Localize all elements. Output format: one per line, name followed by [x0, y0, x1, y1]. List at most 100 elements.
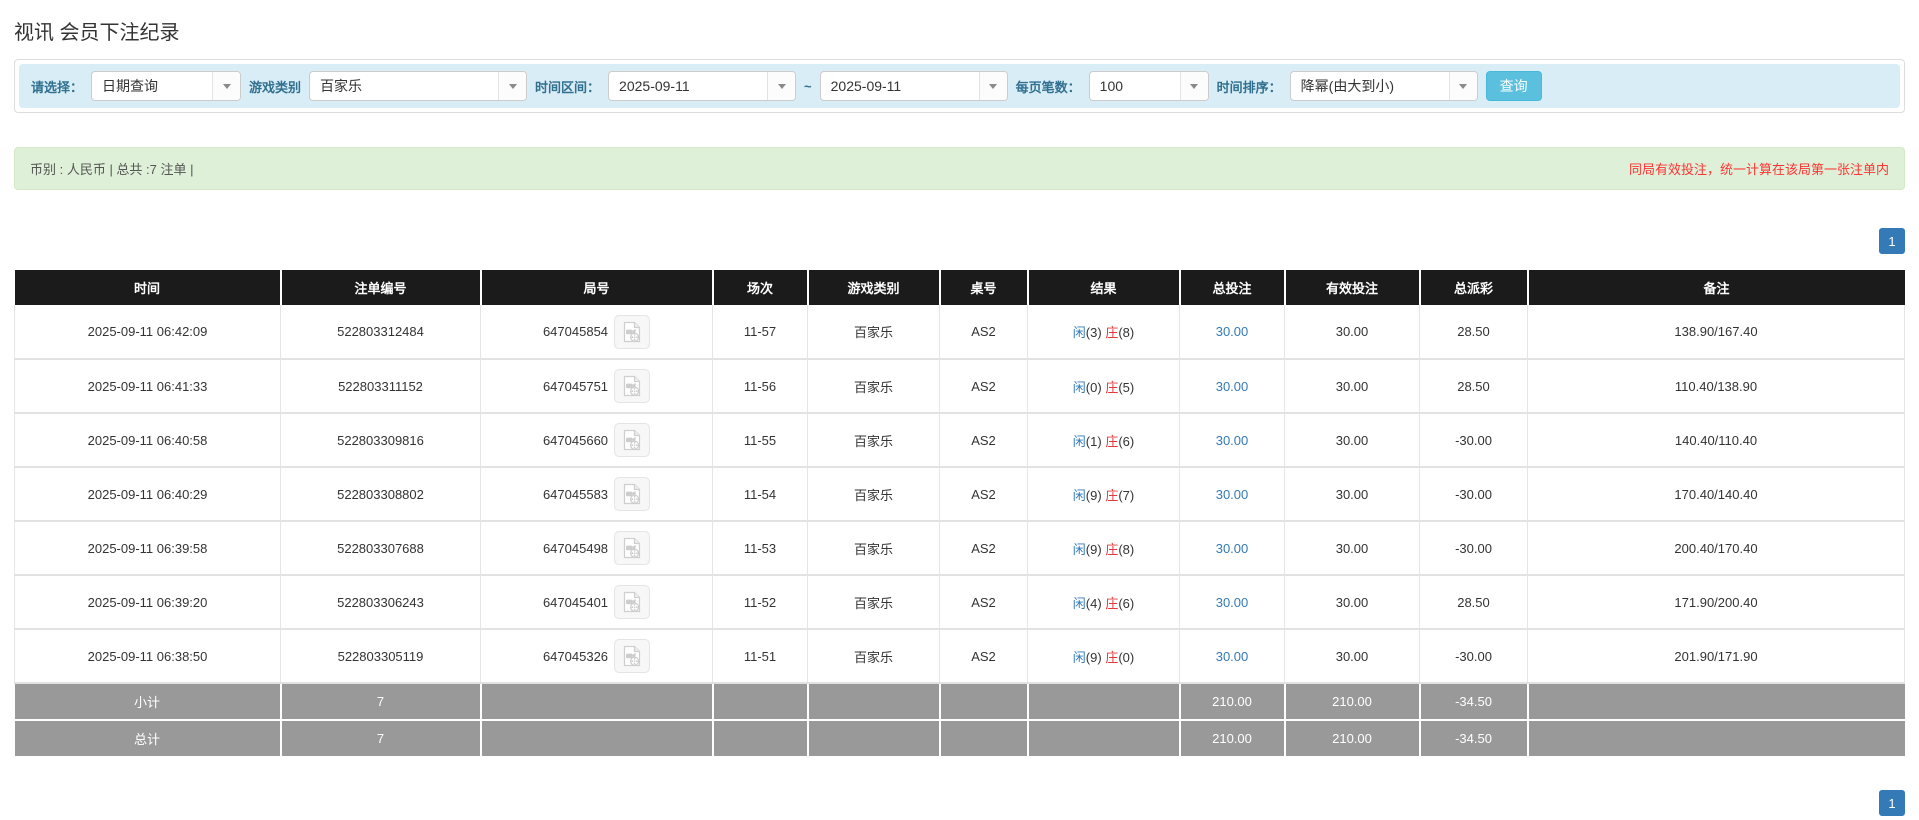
session-number: 11-51	[712, 629, 808, 684]
page-root: 视讯 会员下注纪录 请选择： 日期查询 游戏类别 百家乐 时间区间： 2025-…	[0, 0, 1919, 816]
bet-id: 522803306243	[280, 575, 481, 630]
table-row: 2025-09-11 06:42:09 522803312484 6470458…	[14, 305, 1905, 360]
range-tilde: ~	[804, 78, 812, 94]
total-bet-link[interactable]: 30.00	[1216, 487, 1249, 502]
time-sort-select[interactable]: 降幂(由大到小)	[1289, 71, 1478, 101]
video-replay-button[interactable]	[614, 423, 651, 457]
page-title: 视讯 会员下注纪录	[14, 22, 180, 44]
session-number: 11-56	[712, 359, 808, 414]
bet-id: 522803307688	[280, 521, 481, 576]
total-bet-cell: 30.00	[1179, 575, 1285, 630]
date-to-select[interactable]: 2025-09-11	[819, 71, 1008, 101]
header-remark: 备注	[1527, 270, 1905, 305]
search-button[interactable]: 查询	[1485, 71, 1542, 101]
total-bet-link[interactable]: 30.00	[1216, 595, 1249, 610]
total-count: 7	[280, 720, 482, 758]
round-cell: 647045583	[480, 467, 713, 522]
result-banker-score: (8)	[1118, 541, 1135, 557]
session-number: 11-53	[712, 521, 808, 576]
result-banker-score: (7)	[1118, 487, 1135, 503]
bet-time: 2025-09-11 06:42:09	[14, 305, 281, 360]
table-number: AS2	[939, 521, 1028, 576]
summary-alert: 币别 : 人民币 | 总共 :7 注单 | 同局有效投注，统一计算在该局第一张注…	[14, 147, 1905, 190]
pagination-top: 1	[14, 228, 1905, 254]
payout: 28.50	[1419, 305, 1528, 360]
result-banker: 庄	[1105, 595, 1119, 611]
game-type: 百家乐	[807, 359, 940, 414]
round-number: 647045660	[542, 432, 609, 448]
payout: -30.00	[1419, 467, 1528, 522]
result-cell: 闲(9) 庄(0)	[1027, 629, 1180, 684]
valid-bet-note-text: 同局有效投注，统一计算在该局第一张注单内	[1628, 162, 1889, 177]
valid-bet: 30.00	[1284, 575, 1420, 630]
total-bet-cell: 30.00	[1179, 305, 1285, 360]
total-bet-link[interactable]: 30.00	[1216, 379, 1249, 394]
page-size-select[interactable]: 100	[1088, 71, 1209, 101]
subtotal-valid-bet: 210.00	[1284, 683, 1421, 721]
round-number: 647045854	[542, 324, 609, 339]
page-size-value: 100	[1099, 78, 1124, 94]
round-cell: 647045498	[480, 521, 713, 576]
total-row: 总计 7 210.00 210.00 -34.50	[14, 720, 1905, 758]
time-range-label: 时间区间：	[535, 79, 601, 95]
round-cell: 647045326	[480, 629, 713, 684]
result-player: 闲	[1072, 595, 1086, 611]
valid-bet: 30.00	[1284, 413, 1420, 468]
page-size-label: 每页笔数：	[1015, 79, 1081, 95]
total-bet-link[interactable]: 30.00	[1216, 433, 1249, 448]
video-replay-button[interactable]	[614, 585, 651, 619]
total-label: 总计	[14, 720, 282, 758]
total-bet-cell: 30.00	[1179, 359, 1285, 414]
header-valid-bet: 有效投注	[1284, 270, 1421, 305]
result-player-score: (9)	[1085, 487, 1102, 503]
round-number: 647045751	[542, 378, 609, 394]
result-player-score: (0)	[1085, 379, 1102, 395]
game-type-select[interactable]: 百家乐	[309, 71, 528, 101]
result-cell: 闲(9) 庄(7)	[1027, 467, 1180, 522]
video-replay-button[interactable]	[614, 639, 651, 673]
session-number: 11-55	[712, 413, 808, 468]
total-valid-bet: 210.00	[1284, 720, 1421, 758]
result-banker: 庄	[1105, 379, 1119, 395]
valid-bet: 30.00	[1284, 467, 1420, 522]
header-game-type: 游戏类别	[807, 270, 941, 305]
session-number: 11-57	[712, 305, 808, 360]
video-file-icon	[623, 537, 641, 559]
game-type: 百家乐	[807, 629, 940, 684]
header-round: 局号	[480, 270, 714, 305]
total-bet-cell: 30.00	[1179, 629, 1285, 684]
bet-time: 2025-09-11 06:40:58	[14, 413, 281, 468]
header-payout: 总派彩	[1419, 270, 1529, 305]
video-replay-button[interactable]	[614, 314, 651, 349]
result-banker-score: (6)	[1118, 433, 1135, 449]
total-bet-link[interactable]: 30.00	[1216, 649, 1249, 664]
total-bet-link[interactable]: 30.00	[1216, 324, 1249, 339]
game-type: 百家乐	[807, 413, 940, 468]
query-type-select[interactable]: 日期查询	[91, 71, 242, 101]
page-1-button[interactable]: 1	[1879, 228, 1905, 254]
page-1-button[interactable]: 1	[1879, 790, 1905, 816]
result-player: 闲	[1072, 433, 1086, 449]
date-from-select[interactable]: 2025-09-11	[608, 71, 797, 101]
video-file-icon	[623, 591, 641, 613]
video-replay-button[interactable]	[614, 531, 651, 565]
chevron-down-icon	[978, 72, 1007, 100]
result-cell: 闲(9) 庄(8)	[1027, 521, 1180, 576]
payout: 28.50	[1419, 359, 1528, 414]
total-total-bet: 210.00	[1179, 720, 1286, 758]
table-number: AS2	[939, 305, 1028, 360]
round-cell: 647045401	[480, 575, 713, 630]
video-replay-button[interactable]	[614, 369, 651, 403]
payout: -30.00	[1419, 521, 1528, 576]
bet-time: 2025-09-11 06:38:50	[14, 629, 281, 684]
total-bet-cell: 30.00	[1179, 413, 1285, 468]
video-replay-button[interactable]	[614, 477, 651, 511]
game-type-label: 游戏类别	[249, 79, 302, 95]
header-time: 时间	[14, 270, 282, 305]
round-number: 647045326	[542, 648, 609, 664]
total-bet-link[interactable]: 30.00	[1216, 541, 1249, 556]
valid-bet: 30.00	[1284, 521, 1420, 576]
query-type-value: 日期查询	[102, 78, 159, 94]
result-cell: 闲(1) 庄(6)	[1027, 413, 1180, 468]
header-table-no: 桌号	[939, 270, 1029, 305]
